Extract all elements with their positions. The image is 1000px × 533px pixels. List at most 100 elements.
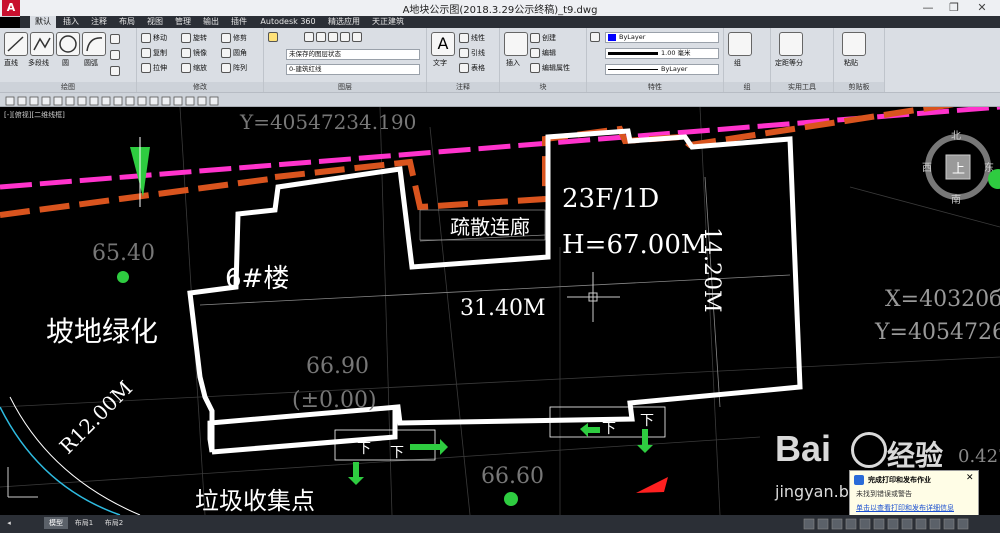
- circle-button[interactable]: 圆: [62, 58, 69, 68]
- layer-properties-icon[interactable]: [268, 32, 280, 42]
- panel-title-annotation[interactable]: 注释: [427, 82, 499, 92]
- tab-manage[interactable]: 管理: [170, 16, 196, 28]
- layout-nav-icon[interactable]: ◂: [2, 517, 16, 529]
- view-cube-top-label: 上: [952, 162, 965, 177]
- layer-tools-icon[interactable]: [304, 32, 364, 42]
- draw-more-icon[interactable]: [110, 34, 122, 44]
- color-dropdown[interactable]: ByLayer: [605, 32, 719, 43]
- tab-layout[interactable]: 布局: [114, 16, 140, 28]
- panel-title-layers[interactable]: 图层: [264, 82, 426, 92]
- linear-dim-icon: [459, 33, 469, 43]
- array-button[interactable]: 阵列: [221, 63, 247, 73]
- panel-title-block[interactable]: 块: [500, 82, 586, 92]
- window-title: A地块公示图(2018.3.29公示终稿)_t9.dwg: [402, 5, 598, 16]
- tab-view[interactable]: 视图: [142, 16, 168, 28]
- panel-block: 插入 创建 编辑 编辑属性 块: [500, 28, 587, 92]
- tab-autodesk-360[interactable]: Autodesk 360: [256, 16, 320, 28]
- tab-layout1[interactable]: 布局1: [70, 517, 98, 529]
- leader-icon: [459, 48, 469, 58]
- trim-button[interactable]: 修剪: [221, 33, 247, 43]
- match-properties-icon[interactable]: [590, 32, 602, 42]
- group-icon[interactable]: [728, 32, 752, 56]
- close-button[interactable]: ✕: [972, 1, 992, 14]
- slope-green-label: 坡地绿化: [46, 315, 158, 348]
- linetype-dropdown[interactable]: ByLayer: [605, 64, 719, 75]
- group-button[interactable]: 组: [734, 58, 741, 68]
- tab-annotate[interactable]: 注释: [86, 16, 112, 28]
- paste-button[interactable]: 粘贴: [844, 58, 858, 68]
- viewport-label[interactable]: [-][俯视][二维线框]: [4, 110, 65, 119]
- leader-button[interactable]: 引线: [459, 48, 485, 58]
- notification-close-icon[interactable]: ✕: [966, 473, 974, 483]
- tab-insert[interactable]: 插入: [58, 16, 84, 28]
- tab-output[interactable]: 输出: [198, 16, 224, 28]
- move-icon: [141, 33, 151, 43]
- printer-icon: [854, 475, 864, 485]
- tab-featured-apps[interactable]: 精选应用: [324, 16, 364, 28]
- mirror-button[interactable]: 镜像: [181, 48, 207, 58]
- panel-annotation: A 文字 线性 引线 表格 注释: [427, 28, 500, 92]
- panel-title-properties[interactable]: 特性: [587, 82, 723, 92]
- elev-zero-label: (±0.00): [292, 388, 377, 413]
- polyline-icon[interactable]: [30, 32, 54, 56]
- title-bar: A A地块公示图(2018.3.29公示终稿)_t9.dwg — ❐ ✕: [0, 0, 1000, 17]
- tab-tangent[interactable]: 天正建筑: [368, 16, 408, 28]
- panel-title-draw[interactable]: 绘图: [0, 82, 136, 92]
- tab-default[interactable]: 默认: [30, 16, 56, 28]
- circle-icon[interactable]: [56, 32, 80, 56]
- coord-x-label: X=40320б: [885, 287, 1000, 312]
- edit-block-button[interactable]: 编辑: [530, 48, 556, 58]
- linear-dim-button[interactable]: 线性: [459, 33, 485, 43]
- measure-button[interactable]: 定距等分: [775, 58, 803, 68]
- elev-bottom-label: 66.60: [481, 464, 544, 489]
- scale-button[interactable]: 缩放: [181, 63, 207, 73]
- panel-utilities: 定距等分 实用工具: [771, 28, 834, 92]
- current-layer-dropdown[interactable]: 0-建筑红线: [286, 64, 420, 75]
- compass-north-label: 北: [951, 130, 961, 142]
- panel-title-utilities[interactable]: 实用工具: [771, 82, 833, 92]
- rotate-icon: [181, 33, 191, 43]
- notification-title: 完成打印和发布作业: [868, 476, 931, 484]
- stretch-button[interactable]: 拉伸: [141, 63, 167, 73]
- move-button[interactable]: 移动: [141, 33, 167, 43]
- line-icon[interactable]: [4, 32, 28, 56]
- paste-icon[interactable]: [842, 32, 866, 56]
- text-button[interactable]: 文字: [433, 58, 447, 68]
- draw-hatch-icon[interactable]: [110, 50, 122, 60]
- create-block-button[interactable]: 创建: [530, 33, 556, 43]
- edit-attributes-button[interactable]: 编辑属性: [530, 63, 570, 73]
- rotate-button[interactable]: 旋转: [181, 33, 207, 43]
- measure-icon[interactable]: [779, 32, 803, 56]
- status-tray-icons[interactable]: [800, 515, 1000, 533]
- arc-button[interactable]: 圆弧: [84, 58, 98, 68]
- compass-south-label: 南: [951, 193, 961, 206]
- copy-button[interactable]: 复制: [141, 48, 167, 58]
- layer-state-dropdown[interactable]: 未保存的图层状态: [286, 49, 420, 60]
- insert-block-icon[interactable]: [504, 32, 528, 56]
- array-icon: [221, 63, 231, 73]
- tab-layout2[interactable]: 布局2: [100, 517, 128, 529]
- plot-notification[interactable]: 完成打印和发布作业 ✕ 未找到错误或警告 单击以查看打印和发布详细信息: [849, 470, 979, 518]
- text-icon[interactable]: A: [431, 32, 455, 56]
- restore-button[interactable]: ❐: [944, 1, 964, 14]
- panel-title-clipboard[interactable]: 剪贴板: [834, 82, 884, 92]
- panel-title-modify[interactable]: 修改: [137, 82, 263, 92]
- table-button[interactable]: 表格: [459, 63, 485, 73]
- lineweight-dropdown[interactable]: 1.00 毫米: [605, 48, 719, 59]
- watermark-mid: 经验: [887, 439, 944, 472]
- tab-plugins[interactable]: 插件: [226, 16, 252, 28]
- tab-model[interactable]: 模型: [44, 517, 68, 529]
- view-cube[interactable]: 上 北 南 西 东: [922, 130, 1000, 206]
- line-button[interactable]: 直线: [4, 58, 18, 68]
- fillet-button[interactable]: 圆角: [221, 48, 247, 58]
- secondary-toolbar: [0, 93, 1000, 107]
- insert-button[interactable]: 插入: [506, 58, 520, 68]
- arc-icon[interactable]: [82, 32, 106, 56]
- minimize-button[interactable]: —: [918, 1, 938, 14]
- polyline-button[interactable]: 多段线: [28, 58, 49, 68]
- panel-title-groups[interactable]: 组: [724, 82, 770, 92]
- notification-link[interactable]: 单击以查看打印和发布详细信息: [856, 503, 954, 513]
- draw-rect-icon[interactable]: [110, 66, 122, 76]
- down-label-4: 下: [640, 413, 654, 429]
- down-label-1: 下: [357, 441, 371, 457]
